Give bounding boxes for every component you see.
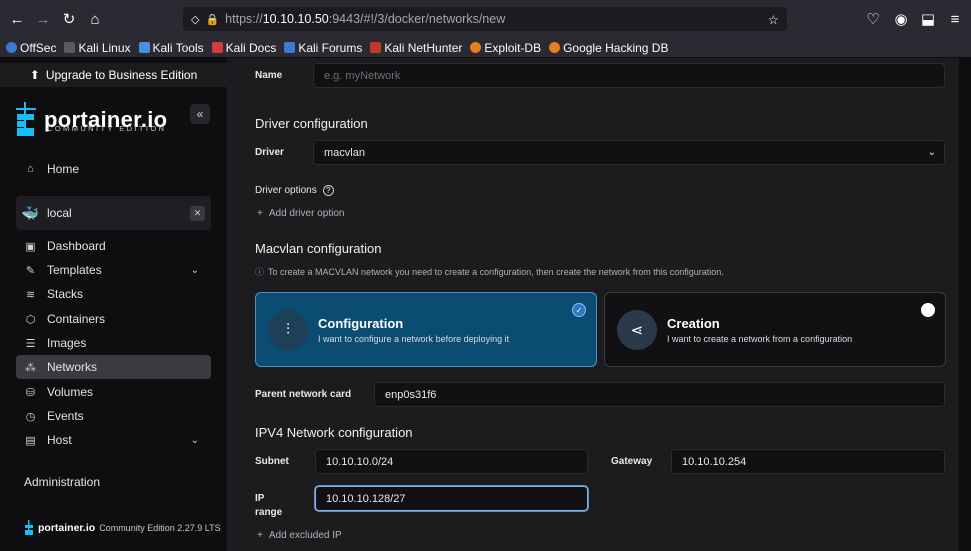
docker-icon: 🐳 xyxy=(21,204,40,221)
kali-icon xyxy=(64,42,76,53)
creation-radio[interactable] xyxy=(921,303,935,317)
ip-range-label: IP range xyxy=(255,493,283,518)
kali-docs-icon xyxy=(211,42,223,53)
bookmark-google-hacking-db[interactable]: Google Hacking DB xyxy=(549,41,668,55)
sidebar-item-volumes[interactable]: ⛁ Volumes xyxy=(16,380,211,404)
list-icon: ☰ xyxy=(25,337,36,350)
network-icon: ⁂ xyxy=(25,361,36,374)
chevron-down-icon: ⌄ xyxy=(927,147,936,158)
administration-heading[interactable]: Administration xyxy=(24,475,100,489)
subnet-label: Subnet xyxy=(255,456,289,467)
sidebar-item-events[interactable]: ◷ Events xyxy=(16,404,211,428)
sidebar-item-images[interactable]: ☰ Images xyxy=(16,331,211,355)
create-network-form: Name e.g. myNetwork Driver configuration… xyxy=(238,58,959,551)
info-icon: ⓘ xyxy=(255,267,265,277)
browser-toolbar: ← → ↻ ⌂ ◇ 🔒 https://10.10.10.50:9443/#!/… xyxy=(0,0,971,38)
kali-tools-icon xyxy=(138,42,150,53)
home-icon[interactable]: ⌂ xyxy=(82,6,108,32)
url-prefix: https:// xyxy=(225,12,263,26)
subnet-input[interactable]: 10.10.10.0/24 xyxy=(315,449,588,474)
sliders-icon: ⫶ xyxy=(268,309,308,350)
sidebar: ⬆ Upgrade to Business Edition portainer.… xyxy=(0,58,227,551)
bookmark-kali-tools[interactable]: Kali Tools xyxy=(138,41,204,55)
name-input[interactable]: e.g. myNetwork xyxy=(313,63,945,88)
driver-configuration-heading: Driver configuration xyxy=(255,116,368,131)
ghdb-icon xyxy=(549,42,561,53)
configuration-radio[interactable]: ✓ xyxy=(572,303,586,317)
gateway-input[interactable]: 10.10.10.254 xyxy=(671,449,945,474)
gateway-label: Gateway xyxy=(611,456,653,467)
upgrade-button[interactable]: ⬆ Upgrade to Business Edition xyxy=(0,63,227,87)
bookmark-kali-linux[interactable]: Kali Linux xyxy=(64,41,131,55)
bookmark-kali-nethunter[interactable]: Kali NetHunter xyxy=(370,41,462,55)
chevron-down-icon: ⌄ xyxy=(190,264,199,276)
home-icon: ⌂ xyxy=(27,163,34,175)
ip-range-input[interactable]: 10.10.10.128/27 xyxy=(315,486,588,511)
upgrade-icon: ⬆ xyxy=(29,68,40,82)
parent-network-card-label: Parent network card xyxy=(255,389,352,400)
add-driver-option-button[interactable]: + Add driver option xyxy=(257,208,344,219)
bookmark-offsec[interactable]: OffSec xyxy=(6,41,56,55)
ipv4-configuration-heading: IPV4 Network configuration xyxy=(255,425,413,440)
name-label: Name xyxy=(255,70,283,81)
macvlan-configuration-heading: Macvlan configuration xyxy=(255,241,382,256)
pocket-icon[interactable]: ♡ xyxy=(860,6,886,32)
bookmark-kali-docs[interactable]: Kali Docs xyxy=(211,41,276,55)
url-host: 10.10.10.50 xyxy=(262,12,329,26)
configuration-option-card[interactable]: ⫶ Configuration I want to configure a ne… xyxy=(255,292,597,367)
menu-icon[interactable]: ≡ xyxy=(942,6,968,32)
driver-options-label: Driver options ? xyxy=(255,185,334,196)
layers-icon: ≋ xyxy=(25,288,36,301)
plus-icon: + xyxy=(257,530,263,541)
shield-icon: ◇ xyxy=(191,13,200,26)
star-icon[interactable]: ☆ xyxy=(768,12,779,27)
url-bar[interactable]: ◇ 🔒 https://10.10.10.50:9443/#!/3/docker… xyxy=(183,7,787,31)
nethunter-icon xyxy=(370,42,382,53)
sidebar-footer: portainer.io Community Edition 2.27.9 LT… xyxy=(24,520,221,536)
bookmarks-bar: OffSec Kali Linux Kali Tools Kali Docs K… xyxy=(0,38,971,58)
macvlan-info-text: ⓘ To create a MACVLAN network you need t… xyxy=(255,266,724,278)
edit-icon: ✎ xyxy=(25,264,36,277)
close-environment-icon[interactable]: ✕ xyxy=(190,205,205,221)
bookmark-exploit-db[interactable]: Exploit-DB xyxy=(470,41,541,55)
kali-forums-icon xyxy=(284,42,296,53)
clock-icon: ◷ xyxy=(25,410,36,423)
portainer-small-logo-icon xyxy=(25,520,33,535)
share-icon: ⋖ xyxy=(617,309,657,350)
reload-icon[interactable]: ↻ xyxy=(56,6,82,32)
driver-label: Driver xyxy=(255,147,284,158)
plus-icon: + xyxy=(257,208,263,219)
box-icon: ⬡ xyxy=(25,313,36,326)
account-icon[interactable]: ◉ xyxy=(888,6,914,32)
help-icon[interactable]: ? xyxy=(322,185,334,196)
sidebar-item-stacks[interactable]: ≋ Stacks xyxy=(16,282,211,306)
sidebar-item-host[interactable]: ▤ Host ⌄ xyxy=(16,428,211,452)
server-icon: ▤ xyxy=(25,434,36,447)
sidebar-item-home[interactable]: ⌂ Home xyxy=(16,157,211,181)
exploit-db-icon xyxy=(470,42,482,53)
sidebar-item-dashboard[interactable]: ▣ Dashboard xyxy=(16,234,211,258)
sidebar-item-networks[interactable]: ⁂ Networks xyxy=(16,355,211,379)
scrollbar-track[interactable] xyxy=(959,58,971,551)
collapse-sidebar-button[interactable]: « xyxy=(190,104,210,124)
forward-icon[interactable]: → xyxy=(30,6,56,32)
url-path: :9443/#!/3/docker/networks/new xyxy=(328,12,506,26)
sidebar-item-containers[interactable]: ⬡ Containers xyxy=(16,307,211,331)
parent-network-card-input[interactable]: enp0s31f6 xyxy=(374,382,945,407)
add-excluded-ip-button[interactable]: + Add excluded IP xyxy=(257,530,342,541)
database-icon: ⛁ xyxy=(25,386,36,399)
chevron-down-icon: ⌄ xyxy=(190,434,199,446)
environment-local[interactable]: 🐳 local ✕ xyxy=(16,196,211,230)
driver-select[interactable]: macvlan ⌄ xyxy=(313,140,945,165)
portainer-logo-icon xyxy=(16,102,36,136)
lock-icon: 🔒 xyxy=(205,13,220,26)
sidebar-item-templates[interactable]: ✎ Templates ⌄ xyxy=(16,258,211,282)
creation-option-card[interactable]: ⋖ Creation I want to create a network fr… xyxy=(604,292,946,367)
offsec-icon xyxy=(6,42,17,53)
extensions-icon[interactable]: ⬓ xyxy=(915,6,941,32)
logo-subtitle: COMMUNITY EDITION xyxy=(47,124,167,133)
dashboard-icon: ▣ xyxy=(25,240,36,253)
bookmark-kali-forums[interactable]: Kali Forums xyxy=(284,41,362,55)
back-icon[interactable]: ← xyxy=(4,6,30,32)
